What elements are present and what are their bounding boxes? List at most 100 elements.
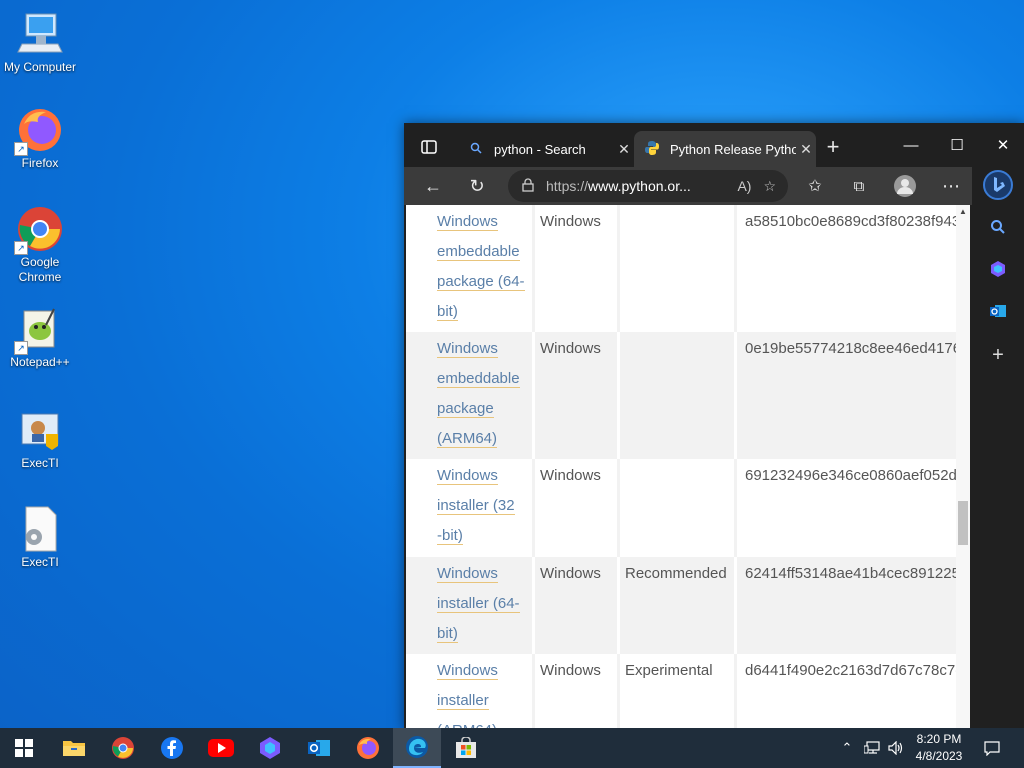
table-row: Windows installer (32 -bit) Windows 69123249…: [406, 459, 965, 557]
lock-icon: [522, 177, 534, 195]
column-separator: [532, 459, 535, 557]
tab-close-button[interactable]: ✕: [614, 141, 634, 158]
file-link[interactable]: Windows installer (64- bit): [437, 557, 529, 654]
system-clock[interactable]: 8:20 PM 4/8/2023: [908, 731, 970, 765]
bing-chat-button[interactable]: [972, 167, 1024, 203]
shortcut-arrow-icon: ↗: [14, 142, 28, 156]
desktop-icon-execti[interactable]: ExecTI: [0, 406, 80, 471]
refresh-button[interactable]: ↻: [462, 171, 492, 201]
read-aloud-icon[interactable]: A): [737, 178, 751, 194]
taskbar-facebook[interactable]: [148, 728, 196, 768]
table-row: Windows embeddable package (ARM64) Windows 0e…: [406, 332, 962, 459]
tab-search[interactable]: python - Search ✕: [458, 131, 634, 167]
browser-toolbar: ← ↻ https://www.python.or... A) ☆ ✩ ⧉ ⋯: [404, 167, 1024, 205]
notification-button[interactable]: [980, 728, 1004, 768]
tray-overflow-button[interactable]: ⌃: [838, 728, 856, 768]
edge-sidebar: +: [972, 167, 1024, 729]
start-button[interactable]: [0, 728, 48, 768]
shortcut-arrow-icon: ↗: [14, 241, 28, 255]
desktop-icon-label: ExecTI: [21, 555, 59, 569]
sidebar-outlook-button[interactable]: [972, 293, 1024, 329]
file-link[interactable]: Windows embeddable package (64- bit): [437, 205, 529, 332]
desktop-icon-my-computer[interactable]: My Computer: [0, 10, 80, 75]
file-link-line: installer (64-: [437, 595, 520, 613]
collections-button[interactable]: ⧉: [844, 171, 874, 201]
column-separator: [532, 332, 535, 459]
new-tab-button[interactable]: +: [818, 132, 848, 162]
desktop-icon-label: Google Chrome: [18, 255, 62, 284]
windows-icon: [15, 739, 33, 757]
desktop-icon-label: My Computer: [3, 60, 77, 74]
file-link[interactable]: Windows installer (32 -bit): [437, 459, 529, 557]
minimize-button[interactable]: —: [888, 123, 934, 167]
taskbar-firefox[interactable]: [344, 728, 392, 768]
os-cell: Windows: [540, 213, 601, 230]
close-button[interactable]: ✕: [980, 123, 1024, 167]
column-separator: [532, 654, 535, 729]
clock-date: 4/8/2023: [915, 749, 963, 763]
file-link-line: installer: [437, 692, 489, 710]
file-link-line: Windows: [437, 467, 498, 485]
file-link-line: Windows: [437, 565, 498, 583]
copilot-icon: [991, 261, 1005, 277]
file-link-line: installer (32: [437, 497, 515, 515]
taskbar: ⌃ 8:20 PM 4/8/2023: [0, 728, 1024, 768]
desktop-icon-firefox[interactable]: ↗ Firefox: [0, 106, 80, 171]
md5-cell: 691232496e346ce0860aef052dc: [745, 467, 965, 484]
desktop-icon-notepadpp[interactable]: ↗ Notepad++: [0, 305, 80, 370]
search-icon: [991, 220, 1005, 234]
notepadpp-icon: ↗: [14, 305, 64, 355]
tab-title: python - Search: [494, 141, 586, 157]
desktop-icon-execti-file[interactable]: ExecTI: [0, 505, 80, 570]
file-link-line: package (64-: [437, 273, 525, 291]
back-button[interactable]: ←: [418, 171, 448, 201]
outlook-icon: [990, 305, 1006, 317]
network-icon[interactable]: [862, 728, 882, 768]
tab-python-release[interactable]: Python Release Python ✕: [634, 131, 816, 167]
taskbar-edge[interactable]: [393, 728, 441, 768]
taskbar-outlook[interactable]: [295, 728, 343, 768]
profile-button[interactable]: [890, 171, 920, 201]
favorite-icon[interactable]: ☆: [763, 178, 776, 195]
desktop-icon-chrome[interactable]: ↗ Google Chrome: [0, 205, 80, 285]
file-link-line: embeddable: [437, 243, 520, 261]
table-row: Windows installer (64- bit) Windows Recommen…: [406, 557, 962, 654]
store-icon: [456, 737, 476, 758]
tab-close-button[interactable]: ✕: [796, 141, 816, 158]
taskbar-copilot[interactable]: [246, 728, 294, 768]
more-button[interactable]: ⋯: [936, 171, 966, 201]
execti-file-icon: [16, 505, 64, 553]
outlook-icon: [308, 740, 330, 756]
taskbar-file-explorer[interactable]: [50, 728, 98, 768]
sidebar-copilot-button[interactable]: [972, 251, 1024, 287]
file-link[interactable]: Windows embeddable package (ARM64): [437, 332, 529, 459]
firefox-icon: [357, 737, 379, 759]
scroll-up-arrow-icon[interactable]: ▲: [956, 205, 970, 219]
tab-title: Python Release Python: [670, 141, 796, 157]
vertical-scrollbar[interactable]: ▲: [956, 205, 970, 729]
maximize-button[interactable]: ☐: [934, 123, 980, 167]
taskbar-store[interactable]: [442, 728, 490, 768]
browser-window: python - Search ✕ Python Release Python …: [404, 123, 1024, 729]
scroll-thumb[interactable]: [958, 501, 968, 545]
tab-actions-button[interactable]: [414, 132, 444, 162]
execti-icon: [16, 406, 64, 454]
description-cell: [625, 332, 735, 459]
md5-cell: d6441f490e2c2163d7d67c78c7e: [745, 662, 964, 679]
tab-strip: python - Search ✕ Python Release Python …: [404, 123, 1024, 167]
avatar-icon: [894, 175, 916, 197]
desktop-icon-label: Notepad++: [10, 355, 70, 369]
taskbar-youtube[interactable]: [197, 728, 245, 768]
volume-icon[interactable]: [886, 728, 906, 768]
file-link-line: bit): [437, 303, 458, 321]
column-separator: [617, 332, 620, 459]
taskbar-chrome[interactable]: [99, 728, 147, 768]
file-link[interactable]: Windowsinstaller(ARM64): [437, 654, 529, 729]
youtube-icon: [208, 739, 234, 757]
description-cell: [625, 459, 735, 557]
column-separator: [617, 654, 620, 729]
sidebar-search-button[interactable]: [972, 209, 1024, 245]
address-bar[interactable]: https://www.python.or... A) ☆: [508, 170, 788, 202]
sidebar-add-button[interactable]: +: [972, 337, 1024, 373]
favorites-button[interactable]: ✩: [800, 171, 830, 201]
